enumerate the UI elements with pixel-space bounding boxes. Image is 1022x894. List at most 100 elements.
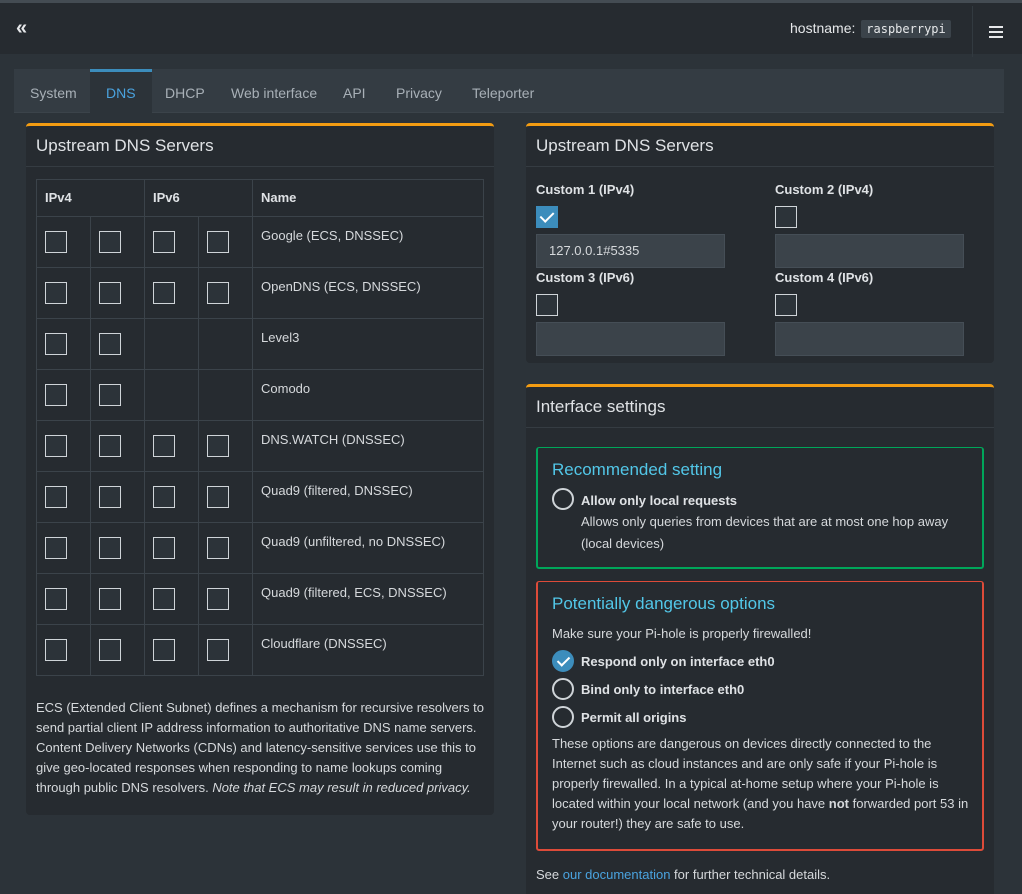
custom1-checkbox[interactable]: [536, 206, 558, 228]
tab-web-interface[interactable]: Web interface: [215, 69, 333, 113]
top-navbar: « hostname: raspberrypi: [0, 0, 1022, 57]
dangerous-callout: Potentially dangerous options Make sure …: [536, 581, 984, 851]
table-row: DNS.WATCH (DNSSEC): [36, 420, 484, 472]
custom2-input[interactable]: [775, 234, 964, 268]
ipv6-checkbox[interactable]: [153, 537, 175, 559]
upstream-servers-table: IPv4 IPv6 Name Google (ECS, DNSSEC) Open…: [36, 179, 484, 676]
custom3-input[interactable]: [536, 322, 725, 356]
server-name: Quad9 (unfiltered, no DNSSEC): [252, 522, 484, 574]
custom-title: Upstream DNS Servers: [536, 136, 714, 155]
table-row: Level3: [36, 318, 484, 370]
ipv4-checkbox[interactable]: [99, 282, 121, 304]
tab-dhcp[interactable]: DHCP: [149, 69, 221, 113]
tab-system[interactable]: System: [14, 69, 93, 113]
permit-all-label: Permit all origins: [581, 710, 687, 725]
hostname-value: raspberrypi: [861, 20, 951, 38]
table-row: Quad9 (unfiltered, no DNSSEC): [36, 522, 484, 574]
respond-eth0-label: Respond only on interface eth0: [581, 654, 775, 669]
ipv4-checkbox[interactable]: [99, 435, 121, 457]
upstream-dns-box: Upstream DNS Servers IPv4 IPv6 Name Goog…: [26, 123, 494, 815]
respond-eth0-radio[interactable]: [552, 650, 574, 672]
see-suffix: for further technical details.: [670, 867, 831, 882]
ipv4-checkbox[interactable]: [45, 282, 67, 304]
upstream-title: Upstream DNS Servers: [36, 136, 214, 155]
ipv6-checkbox[interactable]: [207, 486, 229, 508]
ipv4-checkbox[interactable]: [99, 537, 121, 559]
ecs-note: ECS (Extended Client Subnet) defines a m…: [36, 698, 484, 798]
local-requests-label: Allow only local requests: [581, 493, 738, 508]
custom2-checkbox[interactable]: [775, 206, 797, 228]
custom3-checkbox[interactable]: [536, 294, 558, 316]
warning-text-bold: not: [828, 796, 849, 811]
ipv4-checkbox[interactable]: [45, 486, 67, 508]
server-name: Comodo: [252, 369, 484, 421]
custom4-input[interactable]: [775, 322, 964, 356]
interface-settings-box: Interface settings Recommended setting A…: [526, 384, 994, 894]
ipv6-checkbox[interactable]: [153, 231, 175, 253]
ipv4-checkbox[interactable]: [99, 231, 121, 253]
custom4-label: Custom 4 (IPv6): [775, 270, 874, 285]
ipv6-checkbox[interactable]: [207, 639, 229, 661]
hostname-label: hostname:: [790, 20, 856, 36]
ipv4-checkbox[interactable]: [45, 333, 67, 355]
table-row: Google (ECS, DNSSEC): [36, 216, 484, 268]
ipv6-checkbox[interactable]: [153, 282, 175, 304]
ipv4-checkbox[interactable]: [45, 435, 67, 457]
documentation-note: See our documentation for further techni…: [536, 864, 830, 886]
ipv4-checkbox[interactable]: [45, 384, 67, 406]
local-requests-radio[interactable]: [552, 488, 574, 510]
ipv6-checkbox[interactable]: [207, 282, 229, 304]
bind-eth0-label: Bind only to interface eth0: [581, 682, 745, 697]
recommended-callout: Recommended setting Allow only local req…: [536, 447, 984, 569]
ipv4-checkbox[interactable]: [99, 588, 121, 610]
ipv4-checkbox[interactable]: [99, 486, 121, 508]
table-row: Comodo: [36, 369, 484, 421]
recommended-title: Recommended setting: [552, 460, 723, 479]
custom1-input[interactable]: 127.0.0.1#5335: [536, 234, 725, 268]
ipv4-checkbox[interactable]: [45, 639, 67, 661]
local-requests-desc-2: (local devices): [581, 536, 665, 551]
local-requests-desc-1: Allows only queries from devices that ar…: [581, 514, 949, 529]
ipv4-checkbox[interactable]: [99, 384, 121, 406]
ipv6-checkbox[interactable]: [207, 435, 229, 457]
tab-privacy[interactable]: Privacy: [380, 69, 458, 113]
custom1-label: Custom 1 (IPv4): [536, 182, 635, 197]
ecs-note-italic: Note that ECS may result in reduced priv…: [212, 780, 471, 795]
server-name: DNS.WATCH (DNSSEC): [252, 420, 484, 472]
hostname-display: hostname: raspberrypi: [790, 20, 951, 38]
bind-eth0-radio[interactable]: [552, 678, 574, 700]
ipv4-checkbox[interactable]: [99, 639, 121, 661]
ipv6-checkbox[interactable]: [153, 435, 175, 457]
ipv6-checkbox[interactable]: [207, 231, 229, 253]
ipv6-checkbox[interactable]: [207, 537, 229, 559]
col-ipv6: IPv6: [144, 179, 253, 217]
double-chevron-left-icon[interactable]: «: [16, 17, 36, 39]
table-row: Quad9 (filtered, ECS, DNSSEC): [36, 573, 484, 625]
server-name: Google (ECS, DNSSEC): [252, 216, 484, 268]
server-name: Cloudflare (DNSSEC): [252, 624, 484, 676]
hamburger-icon[interactable]: [972, 6, 1022, 57]
interface-title: Interface settings: [536, 397, 666, 416]
ipv6-checkbox[interactable]: [153, 639, 175, 661]
server-name: Quad9 (filtered, ECS, DNSSEC): [252, 573, 484, 625]
custom-dns-box: Upstream DNS Servers Custom 1 (IPv4) 127…: [526, 123, 994, 363]
ipv4-checkbox[interactable]: [99, 333, 121, 355]
ipv4-checkbox[interactable]: [45, 537, 67, 559]
documentation-link[interactable]: our documentation: [563, 867, 671, 882]
custom4-checkbox[interactable]: [775, 294, 797, 316]
ipv6-checkbox[interactable]: [153, 588, 175, 610]
ipv6-checkbox[interactable]: [153, 486, 175, 508]
server-name: Level3: [252, 318, 484, 370]
ipv4-checkbox[interactable]: [45, 588, 67, 610]
firewall-warning: Make sure your Pi-hole is properly firew…: [552, 626, 812, 641]
table-row: OpenDNS (ECS, DNSSEC): [36, 267, 484, 319]
table-row: Quad9 (filtered, DNSSEC): [36, 471, 484, 523]
col-ipv4: IPv4: [36, 179, 145, 217]
server-name: Quad9 (filtered, DNSSEC): [252, 471, 484, 523]
ipv4-checkbox[interactable]: [45, 231, 67, 253]
tab-teleporter[interactable]: Teleporter: [456, 69, 550, 113]
tab-dns[interactable]: DNS: [90, 69, 152, 113]
ipv6-checkbox[interactable]: [207, 588, 229, 610]
permit-all-radio[interactable]: [552, 706, 574, 728]
tab-api[interactable]: API: [327, 69, 382, 113]
